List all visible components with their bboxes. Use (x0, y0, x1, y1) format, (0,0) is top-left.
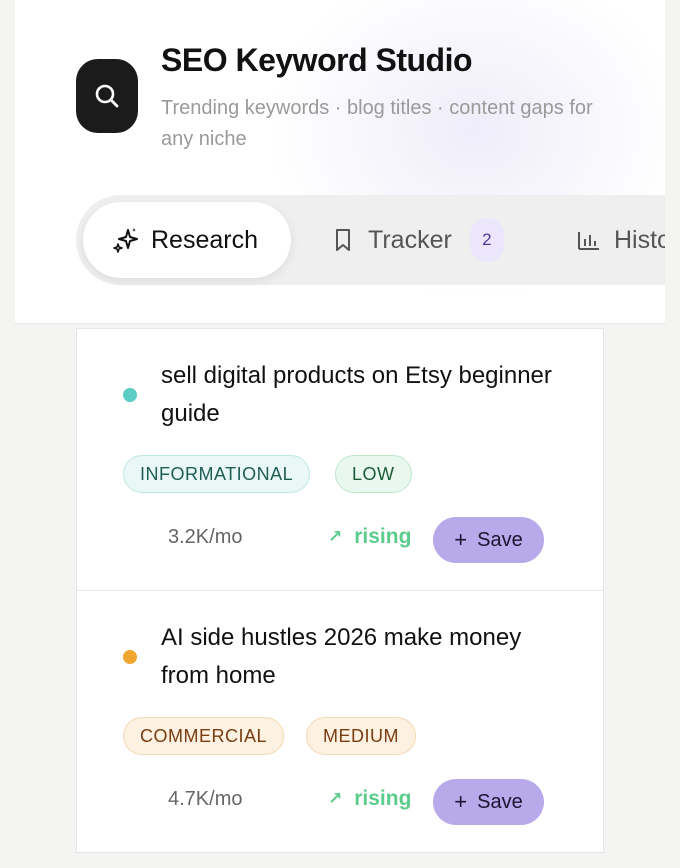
plus-icon: + (454, 789, 468, 814)
tab-tracker-label: Tracker (368, 225, 452, 254)
app-header: SEO Keyword Studio Trending keywords · b… (15, 0, 665, 324)
search-volume: 3.2K/mo (168, 526, 243, 548)
tab-history[interactable]: Histo (576, 202, 665, 278)
save-label: Save (477, 528, 523, 551)
save-label: Save (477, 790, 523, 813)
save-button[interactable]: + Save (433, 517, 544, 563)
difficulty-chip: MEDIUM (306, 717, 416, 755)
trend-label: rising (354, 525, 412, 548)
trend-label: rising (354, 787, 412, 810)
trend-indicator: ↗ rising (328, 525, 411, 549)
arrow-up-right-icon: ↗ (328, 527, 343, 546)
status-dot (123, 388, 137, 402)
arrow-up-right-icon: ↗ (328, 789, 343, 808)
tab-bar: Research Tracker 2 Histo (76, 195, 665, 285)
bar-chart-icon (578, 232, 599, 250)
tab-research[interactable]: Research (83, 202, 291, 278)
search-icon (95, 84, 119, 108)
tab-tracker[interactable]: Tracker 2 (330, 202, 504, 278)
app-subtitle: Trending keywords · blog titles · conten… (161, 97, 593, 150)
search-volume: 4.7K/mo (168, 788, 243, 810)
tracker-count-badge: 2 (469, 218, 504, 262)
plus-icon: + (454, 527, 468, 552)
sparkles-icon (113, 228, 138, 253)
status-dot (123, 650, 137, 664)
tab-research-label: Research (151, 225, 258, 254)
keyword-title: sell digital products on Etsy beginner g… (161, 362, 552, 427)
trend-indicator: ↗ rising (328, 787, 411, 811)
save-button[interactable]: + Save (433, 779, 544, 825)
keyword-card: sell digital products on Etsy beginner g… (76, 328, 604, 591)
keyword-list: sell digital products on Etsy beginner g… (76, 328, 604, 868)
bookmark-icon (336, 229, 350, 251)
tab-history-label: Histo (614, 225, 665, 254)
keyword-card: AI side hustles 2026 make money from hom… (76, 590, 604, 853)
intent-chip: COMMERCIAL (123, 717, 285, 755)
difficulty-chip: LOW (335, 455, 412, 493)
app-logo (76, 59, 138, 133)
keyword-title: AI side hustles 2026 make money from hom… (161, 624, 522, 689)
intent-chip: INFORMATIONAL (123, 455, 311, 493)
app-title: SEO Keyword Studio (161, 42, 473, 78)
